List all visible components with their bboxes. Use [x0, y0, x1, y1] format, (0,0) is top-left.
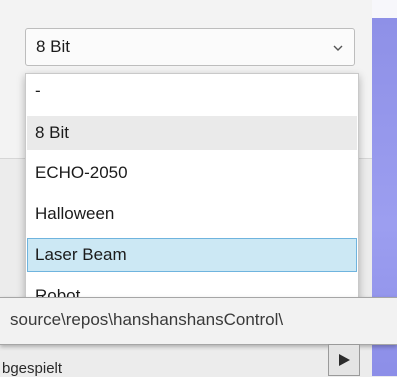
chevron-down-icon[interactable]: [332, 41, 344, 53]
play-icon: [339, 354, 350, 366]
dropdown-item-laser-beam[interactable]: Laser Beam: [27, 238, 357, 272]
dropdown-item-echo-2050[interactable]: ECHO-2050: [27, 156, 357, 190]
play-button[interactable]: [328, 344, 360, 376]
dropdown-item-none[interactable]: -: [27, 74, 357, 108]
effect-dropdown-list[interactable]: - 8 Bit ECHO-2050 Halloween Laser Beam R…: [25, 73, 359, 311]
dropdown-item-halloween[interactable]: Halloween: [27, 197, 357, 231]
effect-combobox[interactable]: 8 Bit: [25, 28, 355, 66]
status-text: bgespielt: [2, 360, 63, 377]
dropdown-item-8-bit[interactable]: 8 Bit: [27, 116, 357, 150]
tooltip-text: source\repos\hanshanshansControl\: [10, 310, 284, 329]
path-tooltip: source\repos\hanshanshansControl\: [0, 297, 397, 345]
accent-strip-top: [372, 0, 397, 18]
combobox-selected-value: 8 Bit: [36, 37, 71, 56]
